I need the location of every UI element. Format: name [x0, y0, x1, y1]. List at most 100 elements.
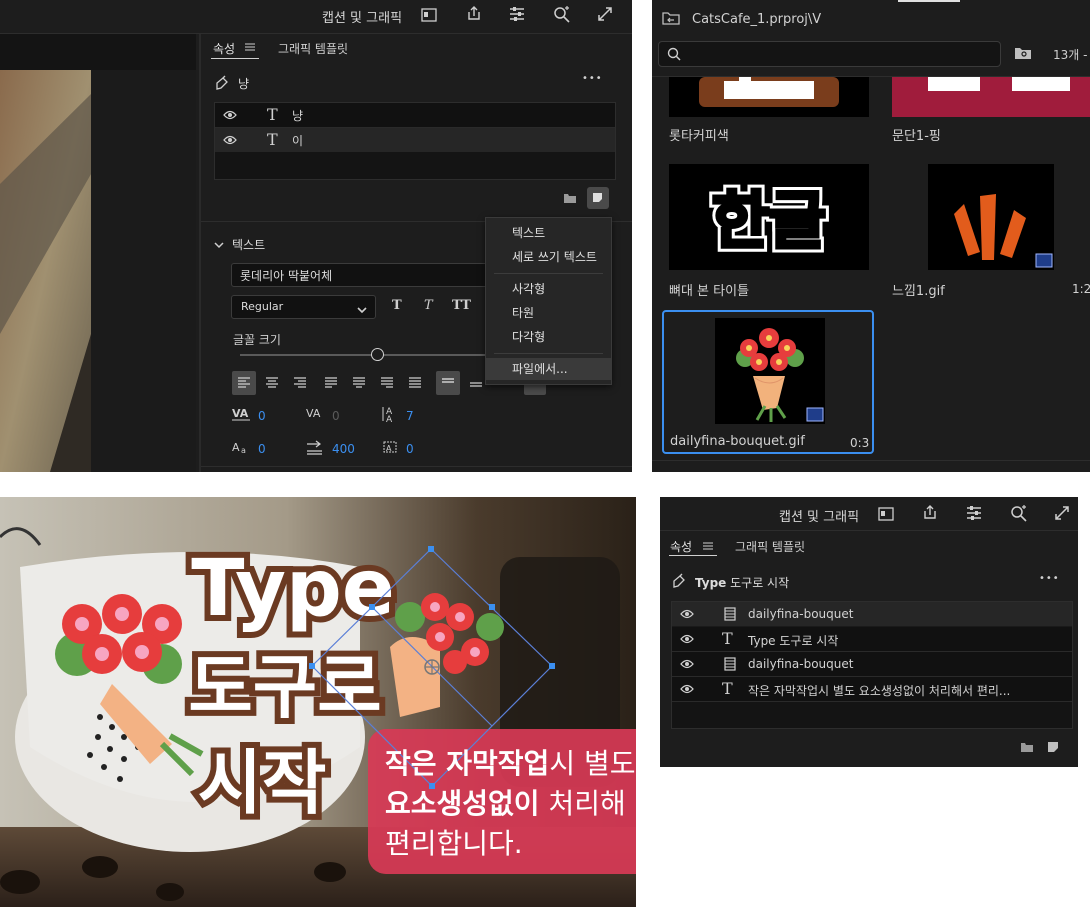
eye-icon[interactable] — [680, 658, 694, 673]
layer-label: dailyfina-bouquet — [748, 657, 854, 671]
toolbar-divider — [0, 33, 632, 34]
search-input[interactable] — [658, 41, 1001, 67]
layer-label: 이 — [292, 134, 304, 148]
thumbnail-paragraph-pink[interactable] — [892, 77, 1090, 117]
baseline-shift-value[interactable]: 0 — [258, 442, 266, 456]
folder-icon[interactable] — [1020, 741, 1034, 756]
tracking-value[interactable]: 0 — [332, 409, 340, 423]
item-label: dailyfina-bouquet.gif — [670, 434, 805, 449]
export-icon[interactable] — [466, 5, 482, 24]
more-options-icon[interactable]: ••• — [1039, 573, 1060, 584]
title-line-1: Type — [191, 544, 395, 634]
chevron-down-icon[interactable] — [214, 238, 224, 252]
caption-line1-bold: 작은 자막작업 — [385, 747, 549, 780]
item-duration: 0:3 — [850, 436, 870, 450]
menu-item-ellipse[interactable]: 타원 — [486, 302, 611, 324]
new-layer-menu: 텍스트 세로 쓰기 텍스트 사각형 타원 다각형 파일에서... — [485, 217, 612, 385]
layer-label: 냥 — [292, 109, 304, 123]
tab-properties[interactable]: 속성 — [213, 40, 235, 57]
font-style-dropdown[interactable]: Regular — [231, 295, 376, 319]
menu-item-from-file[interactable]: 파일에서... — [486, 358, 611, 380]
all-caps-button[interactable]: TT — [452, 298, 471, 313]
title-line-2: 도구로 — [188, 646, 381, 728]
layer-label: dailyfina-bouquet — [748, 607, 854, 621]
tab-menu-icon[interactable] — [703, 540, 713, 554]
tsume-icon — [306, 440, 326, 459]
thumbnail-bouquet-gif[interactable] — [715, 318, 825, 424]
eye-icon[interactable] — [680, 683, 694, 698]
eye-icon[interactable] — [680, 608, 694, 623]
thumbnail-skeleton-title[interactable]: 한글 한글 — [669, 164, 869, 270]
menu-item-text[interactable]: 텍스트 — [486, 222, 611, 244]
svg-text:A: A — [232, 441, 240, 454]
indent-value[interactable]: 0 — [406, 442, 414, 456]
caption-line1-rest: 시 별도 — [549, 747, 635, 780]
eye-icon[interactable] — [223, 134, 237, 149]
caption-line2-bold: 요소생성없이 — [385, 787, 540, 820]
eye-icon[interactable] — [223, 109, 237, 124]
caption-panel-icon[interactable] — [878, 507, 894, 524]
item-label: 느낌1.gif — [892, 284, 945, 299]
more-options-icon[interactable]: ••• — [582, 73, 603, 84]
tab-graphic-templates[interactable]: 그래픽 템플릿 — [735, 538, 805, 555]
menu-item-polygon[interactable]: 다각형 — [486, 326, 611, 348]
svg-text:요소생성없이 처리해: 요소생성없이 처리해 — [385, 787, 626, 820]
expand-icon[interactable] — [597, 6, 613, 25]
font-size-slider[interactable] — [240, 354, 490, 356]
preview-canvas: Type 도구로 시작 작은 자막작업시 별도 요소생성없이 처리해 편리합니다… — [0, 497, 636, 907]
faux-bold-button[interactable]: T — [392, 298, 402, 313]
menu-separator — [494, 353, 603, 354]
breadcrumb[interactable]: CatsCafe_1.prproj\V — [692, 12, 821, 27]
panel-bottom-divider — [201, 466, 632, 467]
font-family-value: 롯데리아 딱붙어체 — [240, 269, 333, 283]
new-search-bin-icon[interactable] — [1014, 46, 1032, 63]
export-icon[interactable] — [922, 504, 938, 523]
svg-text:VA: VA — [232, 407, 249, 420]
layer-row[interactable]: T Type 도구로 시작 — [672, 627, 1072, 652]
font-family-dropdown[interactable]: 롯데리아 딱붙어체 — [231, 263, 493, 287]
item-count: 13개 - — [1053, 48, 1088, 62]
properties-icon[interactable] — [966, 505, 982, 524]
layer-row[interactable]: T 작은 자막작업시 별도 요소생성없이 처리해서 편리... — [672, 677, 1072, 702]
font-size-label: 글꼴 크기 — [233, 333, 281, 347]
eye-icon[interactable] — [680, 633, 694, 648]
menu-item-vertical-text[interactable]: 세로 쓰기 텍스트 — [486, 246, 611, 268]
layer-row[interactable]: dailyfina-bouquet — [672, 602, 1072, 627]
expand-icon[interactable] — [1054, 505, 1070, 524]
search-zoom-icon[interactable] — [553, 5, 571, 26]
caption-panel-icon[interactable] — [421, 8, 437, 25]
tab-properties[interactable]: 속성 — [670, 538, 692, 555]
indent-icon: A — [381, 439, 401, 460]
svg-text:작은 자막작업시 별도: 작은 자막작업시 별도 — [385, 747, 636, 780]
text-layer-icon: T — [722, 679, 733, 698]
bin-up-icon[interactable] — [662, 11, 680, 28]
text-layer-icon: T — [267, 105, 278, 124]
shape-tool-icon — [672, 573, 688, 592]
section-title: 텍스트 — [232, 238, 266, 252]
kerning-value[interactable]: 0 — [258, 409, 266, 423]
menu-item-rectangle[interactable]: 사각형 — [486, 278, 611, 300]
layer-row[interactable]: T 이 — [215, 128, 615, 152]
search-zoom-icon[interactable] — [1010, 504, 1028, 525]
tsume-value[interactable]: 400 — [332, 442, 355, 456]
leading-value[interactable]: 7 — [406, 409, 414, 423]
slider-handle[interactable] — [371, 348, 384, 361]
thumb-text: 한글 — [712, 184, 826, 257]
new-layer-button[interactable] — [1046, 740, 1060, 757]
new-layer-button[interactable] — [587, 187, 609, 209]
header-title-bold: Type — [695, 576, 727, 590]
chevron-down-icon — [357, 303, 367, 317]
properties-icon[interactable] — [509, 6, 525, 25]
svg-text:A: A — [386, 415, 393, 423]
layer-list: dailyfina-bouquet T Type 도구로 시작 dailyfin… — [671, 601, 1073, 729]
top-accent — [898, 0, 960, 2]
tab-menu-icon[interactable] — [245, 41, 255, 55]
layer-row[interactable]: T 냥 — [215, 103, 615, 128]
faux-italic-button[interactable]: T — [424, 298, 433, 313]
thumbnail-lotte-coffee[interactable] — [669, 77, 869, 117]
thumbnail-feeling-gif[interactable] — [928, 164, 1054, 270]
folder-icon[interactable] — [563, 192, 577, 207]
tab-graphic-templates[interactable]: 그래픽 템플릿 — [278, 40, 348, 57]
essential-graphics-panel-2: 캡션 및 그래픽 속성 그래픽 템플릿 Type 도구로 시작 ••• dail… — [660, 497, 1078, 767]
layer-row[interactable]: dailyfina-bouquet — [672, 652, 1072, 677]
